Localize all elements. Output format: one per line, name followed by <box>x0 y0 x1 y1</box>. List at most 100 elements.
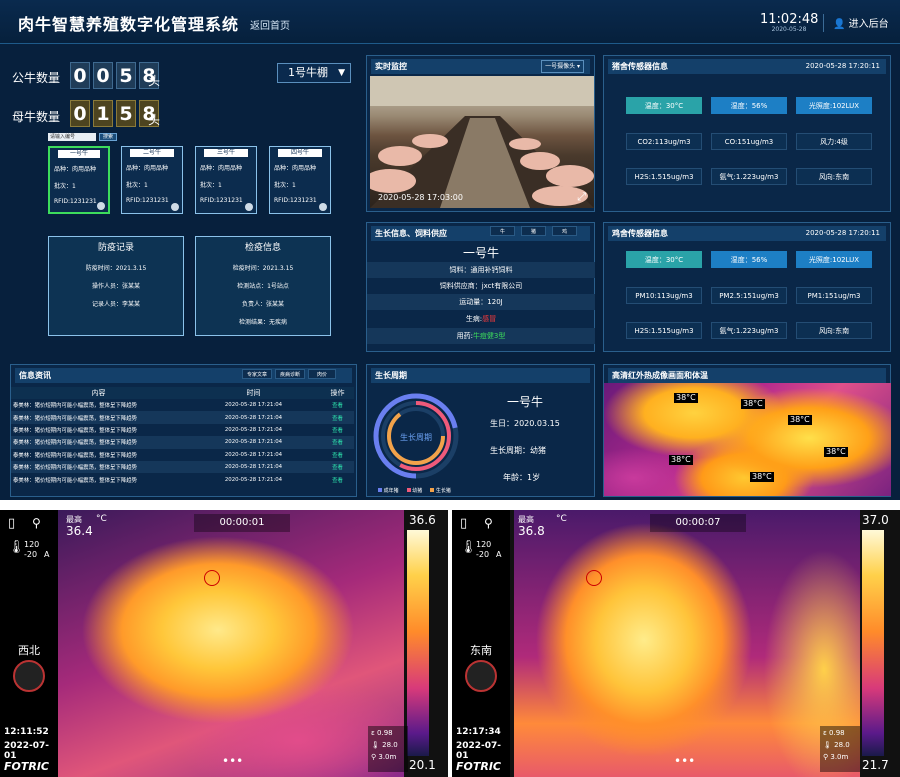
chicken-sensor-header: 鸡舍传感器信息 2020-05-28 17:20:11 <box>608 226 886 241</box>
location-pin-icon: ⚲ <box>32 516 41 530</box>
compass-icon <box>465 660 497 692</box>
news-content: 泰美林：猪价短期内可能小幅震荡，整体呈下降趋势 <box>13 427 137 434</box>
temp-tag: 38°C <box>788 415 812 425</box>
camera-time: 12:17:34 <box>456 727 501 737</box>
view-link[interactable]: 查看 <box>321 424 354 436</box>
disease-value: 感冒 <box>482 315 497 323</box>
back-home-link[interactable]: 返回首页 <box>250 17 290 32</box>
view-link[interactable]: 查看 <box>321 399 354 411</box>
emissivity: ε 0.98 <box>371 729 393 737</box>
column-header: 操作 <box>321 387 354 399</box>
tab-pig[interactable]: 猪 <box>521 226 546 236</box>
epidemic-recorder: 记录人员：李某某 <box>91 301 140 308</box>
view-link[interactable]: 查看 <box>321 460 354 474</box>
record-timer: 00:00:07 <box>650 514 746 532</box>
infrared-header: 高清红外热成像画面和体温 <box>608 368 886 383</box>
max-temp: 36.4 <box>66 524 93 538</box>
growth-medication: 用药:牛痘健3型 <box>367 328 595 344</box>
table-row: 泰美林：猪价短期内可能小幅震荡，整体呈下降趋势 2020-05-28 17:21:… <box>11 411 354 424</box>
cattle-card[interactable]: 三号牛 品种：肉用品种 批次：1 RFID:1231231 <box>195 146 257 214</box>
compass-direction: 西北 <box>18 644 40 657</box>
scale-top: 36.6 <box>409 513 436 527</box>
tab-expert-articles[interactable]: 专家文章 <box>242 369 273 379</box>
color-scale <box>862 530 884 756</box>
search-input[interactable]: 请输入编号 <box>48 133 96 141</box>
digit: 0 <box>93 62 113 89</box>
params-box: ε 0.98 🌡 28.0 ⚲ 3.0m <box>820 726 860 772</box>
battery-icon: ▯ <box>460 516 468 531</box>
epidemic-title: 防疫记录 <box>97 243 134 253</box>
cattle-breed: 品种：肉用品种 <box>274 165 317 172</box>
camera-select-value: 一号摄像头 <box>545 63 576 70</box>
sensor-temp: 温度：30°C <box>626 251 702 268</box>
search-button[interactable]: 搜索 <box>99 133 118 141</box>
camera-sidebar: ▯ ⚲ 🌡 120 -20 A 东南 12:17:34 2022-07-01 F… <box>452 510 510 777</box>
quarantine-result: 检测结果：无疾病 <box>238 319 287 326</box>
table-row: 泰美林：猪价短期内可能小幅震荡，整体呈下降趋势 2020-05-28 17:21:… <box>11 460 354 474</box>
emissivity-value: 0.98 <box>377 729 393 737</box>
admin-entry-button[interactable]: 👤 进入后台 <box>833 15 889 30</box>
clock-date: 2020-05-28 <box>771 26 807 33</box>
chicken-sensor-time: 2020-05-28 17:20:11 <box>805 229 880 237</box>
news-title: 信息资讯 <box>19 371 51 380</box>
tab-cattle[interactable]: 牛 <box>490 226 515 236</box>
table-row: 泰美林：猪价短期内可能小幅震荡，整体呈下降趋势 2020-05-28 17:21:… <box>11 436 354 449</box>
emissivity: ε 0.98 <box>823 729 845 737</box>
tab-meat-price[interactable]: 肉价 <box>308 369 336 379</box>
pig-sensor-title: 猪舍传感器信息 <box>612 62 668 71</box>
crosshair-icon <box>204 570 220 586</box>
ring-legend: 成年猪 幼猪 生长猪 <box>378 487 451 494</box>
temp-tag: 38°C <box>669 455 693 465</box>
news-time: 2020-05-28 17:21:04 <box>186 460 321 474</box>
ambient-value: 28.0 <box>382 741 398 749</box>
shed-select[interactable]: 1号牛棚 ▼ <box>277 63 351 83</box>
sensor-temp: 温度：30°C <box>626 97 702 114</box>
crosshair-icon <box>586 570 602 586</box>
location-icon <box>245 203 253 211</box>
view-link[interactable]: 查看 <box>321 436 354 449</box>
cattle-card[interactable]: 一号牛 品种：肉用品种 批次：1 RFID:1231231 <box>48 146 110 214</box>
chicken-sensor-title: 鸡舍传感器信息 <box>612 229 668 238</box>
sensor-pm1: PM1:151ug/m3 <box>796 287 872 304</box>
news-time: 2020-05-28 17:21:04 <box>186 436 321 449</box>
view-link[interactable]: 查看 <box>321 473 354 485</box>
fullscreen-icon[interactable]: ⤢ <box>577 190 586 204</box>
tab-disease-diagnosis[interactable]: 疾病诊断 <box>275 369 306 379</box>
color-scale <box>407 530 429 756</box>
tab-chicken[interactable]: 鸡 <box>552 226 577 236</box>
view-link[interactable]: 查看 <box>321 449 354 461</box>
legend-label: 幼猪 <box>412 488 423 494</box>
temp-tag: 38°C <box>750 472 774 482</box>
infrared-image: 38°C 38°C 38°C 38°C 38°C 38°C <box>604 383 891 496</box>
growth-cycle-header: 生长周期 <box>371 368 590 383</box>
sensor-ammonia: 氨气:1.223ug/m3 <box>711 322 787 339</box>
camera-sidebar: ▯ ⚲ 🌡 120 -20 A 西北 12:11:52 2022-07-01 F… <box>0 510 58 777</box>
sensor-pm10: PM10:113ug/m3 <box>626 287 702 304</box>
quarantine-lead: 负责人：张某某 <box>241 301 284 308</box>
bull-count: 0058 <box>70 62 159 89</box>
admin-entry-label: 进入后台 <box>848 19 889 30</box>
more-icon[interactable]: ••• <box>674 754 695 768</box>
cow-unit: 头 <box>148 113 161 127</box>
cattle-rfid: RFID:1231231 <box>274 197 317 204</box>
cattle-card[interactable]: 二号牛 品种：肉用品种 批次：1 RFID:1231231 <box>121 146 183 214</box>
cattle-card[interactable]: 四号牛 品种：肉用品种 批次：1 RFID:1231231 <box>269 146 331 214</box>
epidemic-record: 防疫记录 防疫时间：2021.3.15 操作人员：张某某 记录人员：李某某 <box>48 236 184 336</box>
camera-select[interactable]: 一号摄像头 ▾ <box>541 60 584 73</box>
view-link[interactable]: 查看 <box>321 411 354 424</box>
thermal-camera-view: ▯ ⚲ 🌡 120 -20 A 东南 12:17:34 2022-07-01 F… <box>452 510 900 777</box>
cattle-name: 四号牛 <box>278 149 322 157</box>
legend-label: 成年猪 <box>383 488 399 494</box>
chevron-down-icon: ▼ <box>338 68 345 78</box>
table-row: 泰美林：猪价短期内可能小幅震荡，整体呈下降趋势 2020-05-28 17:21:… <box>11 473 354 485</box>
location-pin-icon: ⚲ <box>484 516 493 530</box>
monitor-title-text: 实时监控 <box>375 62 407 71</box>
more-icon[interactable]: ••• <box>222 754 243 768</box>
range-low: -20 <box>476 550 490 559</box>
cattle-name: 二号牛 <box>130 149 174 157</box>
news-content: 泰美林：猪价短期内可能小幅震荡，整体呈下降趋势 <box>13 477 137 484</box>
sensor-light: 光照度:102LUX <box>796 97 872 114</box>
max-temp: 36.8 <box>518 524 545 538</box>
news-time: 2020-05-28 17:21:04 <box>224 451 283 458</box>
ambient: 🌡 28.0 <box>371 741 398 749</box>
